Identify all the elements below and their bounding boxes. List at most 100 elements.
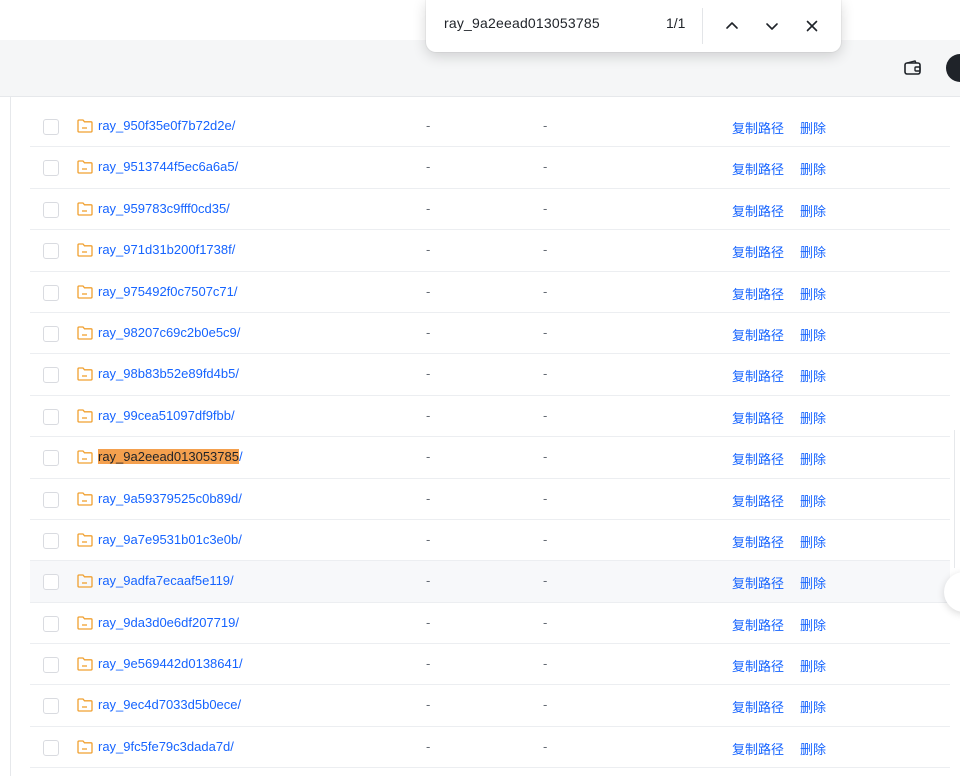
delete-button[interactable]: 删除 [800, 366, 826, 385]
row-checkbox[interactable] [43, 574, 59, 591]
table-row[interactable]: ray_9513744f5ec6a6a5/ - - 复制路径 删除 [30, 147, 950, 189]
row-checkbox[interactable] [43, 201, 59, 218]
delete-button[interactable]: 删除 [800, 325, 826, 344]
size-value: - [426, 573, 431, 589]
wallet-icon[interactable] [904, 60, 922, 76]
table-row[interactable]: ray_9ec4d7033d5b0ece/ - - 复制路径 删除 [30, 685, 950, 727]
delete-button[interactable]: 删除 [800, 449, 826, 468]
copy-path-button[interactable]: 复制路径 [732, 325, 784, 344]
delete-button[interactable]: 删除 [800, 532, 826, 551]
table-row[interactable]: ray_9adfa7ecaaf5e119/ - - 复制路径 删除 [30, 561, 950, 603]
chevron-down-icon[interactable] [758, 12, 786, 40]
row-checkbox[interactable] [43, 284, 59, 301]
copy-path-button[interactable]: 复制路径 [732, 739, 784, 758]
size-value: - [426, 490, 431, 506]
copy-path-button[interactable]: 复制路径 [732, 201, 784, 220]
folder-link[interactable]: ray_9a7e9531b01c3e0b/ [98, 532, 242, 547]
copy-path-button[interactable]: 复制路径 [732, 242, 784, 261]
find-input[interactable]: ray_9a2eead013053785 [444, 15, 600, 31]
table-row[interactable]: ray_9e569442d0138641/ - - 复制路径 删除 [30, 644, 950, 686]
table-row[interactable]: ray_9a59379525c0b89d/ - - 复制路径 删除 [30, 479, 950, 520]
folder-link[interactable]: ray_9a2eead013053785/ [98, 449, 243, 465]
delete-button[interactable]: 删除 [800, 118, 826, 137]
row-checkbox[interactable] [43, 367, 59, 384]
row-checkbox[interactable] [43, 532, 59, 549]
row-checkbox[interactable] [43, 325, 59, 342]
delete-button[interactable]: 删除 [800, 201, 826, 220]
delete-button[interactable]: 删除 [800, 242, 826, 261]
folder-link[interactable]: ray_9adfa7ecaaf5e119/ [98, 573, 234, 588]
folder-icon [77, 243, 93, 257]
size-value: - [426, 242, 431, 258]
folder-link[interactable]: ray_9a59379525c0b89d/ [98, 491, 242, 506]
row-checkbox[interactable] [43, 739, 59, 756]
modified-value: - [543, 697, 548, 713]
folder-link[interactable]: ray_959783c9fff0cd35/ [98, 201, 230, 216]
table-row[interactable]: ray_9da3d0e6df207719/ - - 复制路径 删除 [30, 603, 950, 645]
delete-button[interactable]: 删除 [800, 284, 826, 303]
copy-path-button[interactable]: 复制路径 [732, 656, 784, 675]
copy-path-button[interactable]: 复制路径 [732, 408, 784, 427]
folder-icon [77, 533, 93, 547]
folder-link[interactable]: ray_98b83b52e89fd4b5/ [98, 366, 239, 381]
folder-link[interactable]: ray_9ec4d7033d5b0ece/ [98, 697, 241, 712]
table-row[interactable]: ray_975492f0c7507c71/ - - 复制路径 删除 [30, 272, 950, 313]
size-value: - [426, 449, 431, 465]
folder-link[interactable]: ray_975492f0c7507c71/ [98, 284, 238, 299]
row-checkbox[interactable] [43, 615, 59, 632]
row-checkbox[interactable] [43, 243, 59, 260]
folder-icon [77, 698, 93, 713]
copy-path-button[interactable]: 复制路径 [732, 366, 784, 385]
chevron-up-icon[interactable] [718, 12, 746, 40]
copy-path-button[interactable]: 复制路径 [732, 532, 784, 551]
delete-button[interactable]: 删除 [800, 573, 826, 592]
folder-link[interactable]: ray_9fc5fe79c3dada7d/ [98, 739, 234, 754]
row-checkbox[interactable] [43, 698, 59, 715]
folder-link[interactable]: ray_950f35e0f7b72d2e/ [98, 118, 235, 133]
folder-link[interactable]: ray_971d31b200f1738f/ [98, 242, 235, 257]
delete-button[interactable]: 删除 [800, 408, 826, 427]
delete-button[interactable]: 删除 [800, 739, 826, 758]
copy-path-button[interactable]: 复制路径 [732, 159, 784, 178]
table-row[interactable]: ray_9fc5fe79c3dada7d/ - - 复制路径 删除 [30, 727, 950, 769]
table-row[interactable]: ray_99cea51097df9fbb/ - - 复制路径 删除 [30, 396, 950, 438]
folder-link[interactable]: ray_9e569442d0138641/ [98, 656, 243, 671]
folder-link[interactable]: ray_9da3d0e6df207719/ [98, 615, 239, 630]
size-value: - [426, 324, 431, 340]
row-checkbox[interactable] [43, 408, 59, 425]
folder-link[interactable]: ray_98207c69c2b0e5c9/ [98, 325, 240, 340]
folder-link[interactable]: ray_99cea51097df9fbb/ [98, 408, 235, 423]
table-row[interactable]: ray_98b83b52e89fd4b5/ - - 复制路径 删除 [30, 354, 950, 396]
delete-button[interactable]: 删除 [800, 656, 826, 675]
table-row[interactable]: ray_9a2eead013053785/ - - 复制路径 删除 [30, 437, 950, 479]
copy-path-button[interactable]: 复制路径 [732, 697, 784, 716]
delete-button[interactable]: 删除 [800, 491, 826, 510]
copy-path-button[interactable]: 复制路径 [732, 491, 784, 510]
copy-path-button[interactable]: 复制路径 [732, 573, 784, 592]
row-checkbox[interactable] [43, 491, 59, 508]
row-checkbox[interactable] [43, 450, 59, 467]
row-checkbox[interactable] [43, 657, 59, 674]
size-value: - [426, 738, 431, 754]
table-row[interactable]: ray_98207c69c2b0e5c9/ - - 复制路径 删除 [30, 313, 950, 355]
folder-link[interactable]: ray_9513744f5ec6a6a5/ [98, 159, 238, 174]
row-checkbox[interactable] [43, 160, 59, 177]
delete-button[interactable]: 删除 [800, 159, 826, 178]
modified-value: - [543, 449, 548, 465]
size-value: - [426, 614, 431, 630]
table-row[interactable]: ray_950f35e0f7b72d2e/ - - 复制路径 删除 [30, 106, 950, 148]
copy-path-button[interactable]: 复制路径 [732, 118, 784, 137]
delete-button[interactable]: 删除 [800, 615, 826, 634]
close-icon[interactable] [798, 12, 826, 40]
table-row[interactable]: ray_959783c9fff0cd35/ - - 复制路径 删除 [30, 189, 950, 231]
table-row[interactable]: ray_971d31b200f1738f/ - - 复制路径 删除 [30, 230, 950, 272]
table-row[interactable]: ray_9a7e9531b01c3e0b/ - - 复制路径 删除 [30, 520, 950, 562]
folder-icon [77, 119, 93, 133]
delete-button[interactable]: 删除 [800, 697, 826, 716]
copy-path-button[interactable]: 复制路径 [732, 284, 784, 303]
find-in-page-bar: ray_9a2eead013053785 1/1 [426, 0, 841, 52]
copy-path-button[interactable]: 复制路径 [732, 449, 784, 468]
row-checkbox[interactable] [43, 119, 59, 135]
copy-path-button[interactable]: 复制路径 [732, 615, 784, 634]
folder-icon [77, 202, 93, 216]
